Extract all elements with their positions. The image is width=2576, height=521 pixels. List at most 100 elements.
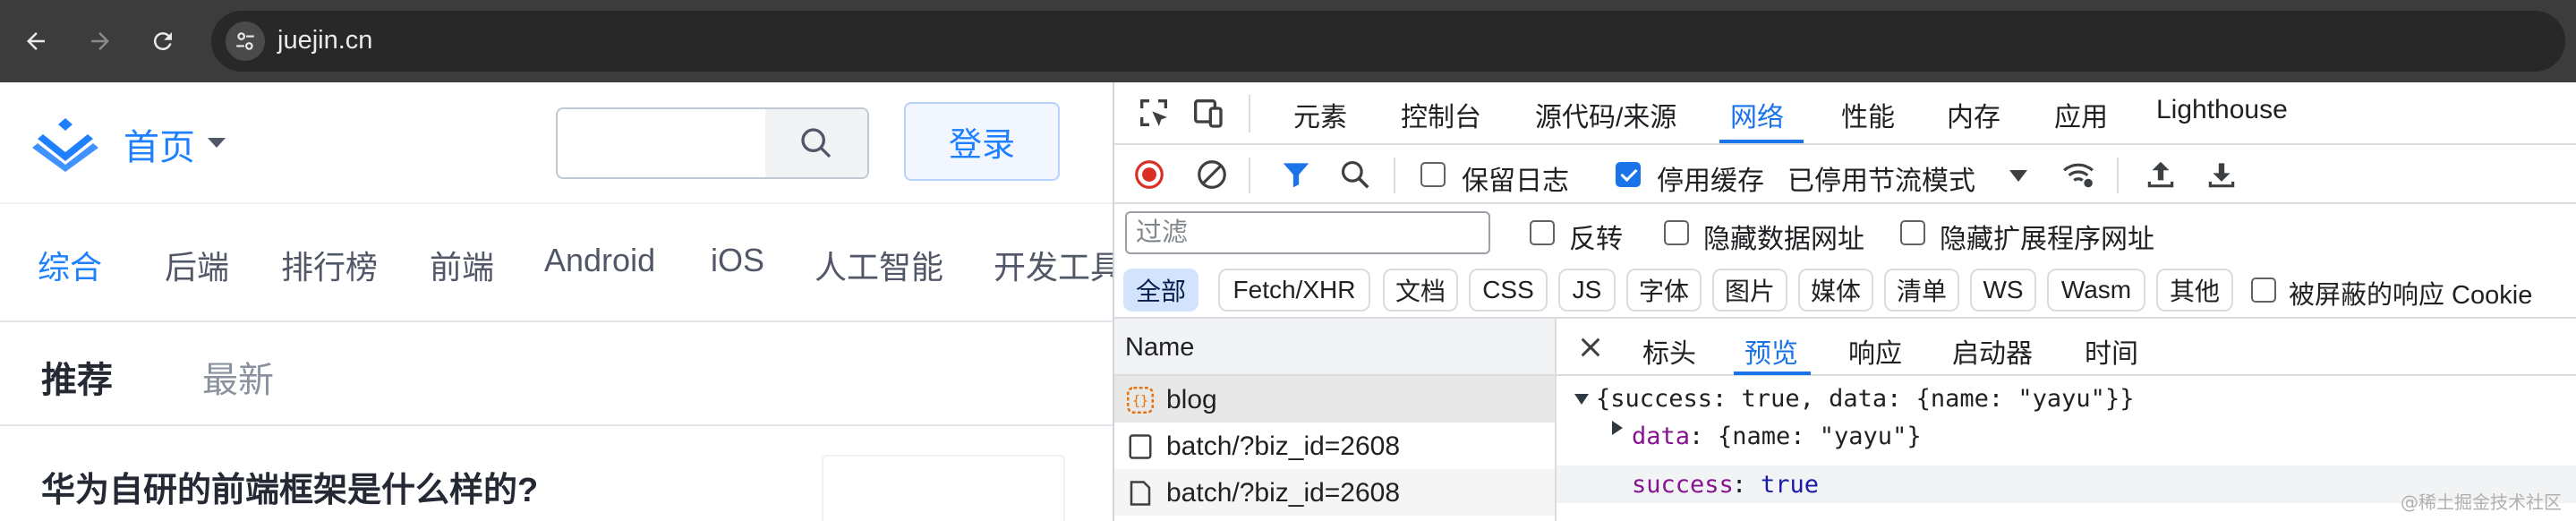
import-har-icon[interactable] bbox=[2144, 158, 2178, 192]
chevron-down-icon[interactable] bbox=[2009, 170, 2027, 182]
toolbar-divider bbox=[1249, 158, 1250, 193]
category-item[interactable]: 综合 bbox=[38, 242, 102, 288]
url-text[interactable]: juejin.cn bbox=[277, 26, 372, 56]
filter-icon[interactable] bbox=[1279, 158, 1313, 192]
site-info-button[interactable] bbox=[226, 21, 265, 61]
network-conditions-icon[interactable] bbox=[2061, 158, 2095, 192]
devtools-tab-bar: 元素 控制台 源代码/来源 网络 性能 内存 应用 Lighthouse bbox=[1114, 82, 2576, 145]
tab-application[interactable]: 应用 bbox=[2054, 95, 2108, 134]
hide-extension-urls-label[interactable]: 隐藏扩展程序网址 bbox=[1940, 217, 2154, 256]
disable-cache-label[interactable]: 停用缓存 bbox=[1657, 158, 1764, 198]
tab-recommend[interactable]: 推荐 bbox=[41, 351, 113, 403]
disable-cache-checkbox[interactable] bbox=[1616, 162, 1641, 187]
tab-headers[interactable]: 标头 bbox=[1642, 331, 1696, 371]
browser-toolbar: juejin.cn bbox=[0, 0, 2576, 82]
address-bar[interactable]: juejin.cn bbox=[211, 11, 2565, 72]
expand-triangle-icon[interactable] bbox=[1574, 394, 1589, 405]
hide-data-urls-checkbox[interactable] bbox=[1664, 220, 1689, 245]
name-column-header[interactable]: Name bbox=[1114, 319, 1555, 376]
search-icon[interactable] bbox=[1338, 158, 1372, 192]
type-chip[interactable]: 图片 bbox=[1712, 269, 1787, 312]
type-chip[interactable]: 文档 bbox=[1383, 269, 1458, 312]
request-row[interactable]: batch/?biz_id=2608 bbox=[1114, 469, 1555, 516]
type-chip[interactable]: 其他 bbox=[2156, 269, 2233, 312]
tab-elements[interactable]: 元素 bbox=[1293, 95, 1347, 134]
hide-extension-urls-checkbox[interactable] bbox=[1900, 220, 1925, 245]
tab-sources[interactable]: 源代码/来源 bbox=[1535, 95, 1676, 134]
blocked-cookies-checkbox[interactable] bbox=[2251, 278, 2276, 303]
json-key-success[interactable]: success bbox=[1632, 471, 1734, 499]
forward-button[interactable] bbox=[77, 18, 124, 64]
tab-memory[interactable]: 内存 bbox=[1947, 95, 2000, 134]
export-har-icon[interactable] bbox=[2205, 158, 2239, 192]
name-header-label: Name bbox=[1125, 333, 1195, 362]
back-button[interactable] bbox=[13, 18, 59, 64]
toolbar-divider bbox=[2117, 158, 2119, 193]
json-colon: : bbox=[1732, 471, 1747, 499]
category-item[interactable]: 后端 bbox=[165, 242, 229, 288]
category-item[interactable]: iOS bbox=[711, 242, 764, 279]
tab-lighthouse[interactable]: Lighthouse bbox=[2156, 95, 2288, 125]
record-stop-icon[interactable] bbox=[1132, 158, 1166, 192]
preserve-log-label[interactable]: 保留日志 bbox=[1462, 158, 1569, 198]
type-chip-all[interactable]: 全部 bbox=[1123, 269, 1198, 312]
request-row[interactable]: batch/?biz_id=2608 bbox=[1114, 423, 1555, 469]
device-toolbar-icon[interactable] bbox=[1190, 95, 1225, 131]
request-name: batch/?biz_id=2608 bbox=[1166, 431, 1401, 461]
invert-checkbox[interactable] bbox=[1530, 220, 1555, 245]
juejin-logo-icon[interactable] bbox=[30, 115, 100, 172]
login-button[interactable]: 登录 bbox=[904, 102, 1060, 181]
category-item[interactable]: 前端 bbox=[430, 242, 494, 288]
clear-icon[interactable] bbox=[1195, 158, 1229, 192]
request-row[interactable]: {} blog bbox=[1114, 376, 1555, 423]
tab-console[interactable]: 控制台 bbox=[1401, 95, 1481, 134]
network-toolbar: 保留日志 停用缓存 已停用节流模式 bbox=[1114, 145, 2576, 204]
tab-initiator[interactable]: 启动器 bbox=[1952, 331, 2033, 371]
search-button[interactable] bbox=[765, 109, 867, 177]
article-title[interactable]: 华为自研的前端框架是什么样的? bbox=[41, 462, 538, 511]
category-item[interactable]: 排行榜 bbox=[281, 242, 378, 288]
type-chip[interactable]: CSS bbox=[1469, 269, 1548, 312]
web-page: 首页 登录 综合 后端 排行榜 前端 Android iOS 人工智能 开发工具… bbox=[0, 82, 1113, 521]
json-root[interactable]: {success: true, data: {name: "yayu"}} bbox=[1596, 385, 2134, 413]
inspect-element-icon[interactable] bbox=[1136, 95, 1172, 131]
json-value-success[interactable]: true bbox=[1761, 471, 1819, 499]
search-input[interactable] bbox=[556, 107, 869, 179]
close-icon[interactable] bbox=[1576, 333, 1605, 362]
back-arrow-icon bbox=[27, 32, 45, 50]
tab-latest[interactable]: 最新 bbox=[202, 351, 274, 403]
request-list: Name {} blog batch/?biz_id=2608 batch/?b… bbox=[1114, 319, 1557, 521]
filter-field[interactable] bbox=[1125, 211, 1490, 254]
type-chip[interactable]: 媒体 bbox=[1798, 269, 1873, 312]
reload-button[interactable] bbox=[140, 18, 186, 64]
json-key-data[interactable]: data bbox=[1632, 423, 1690, 450]
type-chip[interactable]: Fetch/XHR bbox=[1218, 269, 1370, 312]
category-item[interactable]: 人工智能 bbox=[815, 242, 943, 288]
type-chip[interactable]: WS bbox=[1970, 269, 2036, 312]
filter-input[interactable] bbox=[1127, 213, 1488, 252]
devtools-panel: 元素 控制台 源代码/来源 网络 性能 内存 应用 Lighthouse 保留日… bbox=[1113, 82, 2576, 521]
tab-response[interactable]: 响应 bbox=[1848, 331, 1902, 371]
type-chip[interactable]: 清单 bbox=[1884, 269, 1959, 312]
hide-data-urls-label[interactable]: 隐藏数据网址 bbox=[1703, 217, 1864, 256]
active-tab-indicator bbox=[1719, 140, 1804, 143]
tab-network[interactable]: 网络 bbox=[1730, 95, 1784, 134]
type-chip[interactable]: JS bbox=[1558, 269, 1616, 312]
collapse-triangle-icon[interactable] bbox=[1612, 421, 1623, 435]
preserve-log-checkbox[interactable] bbox=[1420, 162, 1446, 187]
category-item[interactable]: 开发工具 bbox=[994, 242, 1113, 288]
resource-type-filters: 全部 Fetch/XHR 文档 CSS JS 字体 图片 媒体 清单 WS Wa… bbox=[1114, 261, 2576, 319]
throttling-select[interactable]: 已停用节流模式 bbox=[1787, 158, 1975, 198]
tab-performance[interactable]: 性能 bbox=[1841, 95, 1895, 134]
category-item[interactable]: Android bbox=[544, 242, 655, 279]
blocked-cookies-label[interactable]: 被屏蔽的响应 Cookie bbox=[2289, 274, 2532, 312]
json-value-data[interactable]: {name: "yayu"} bbox=[1718, 423, 1922, 450]
detail-tab-bar: 标头 预览 响应 启动器 时间 bbox=[1557, 319, 2576, 376]
tab-preview[interactable]: 预览 bbox=[1744, 331, 1798, 371]
invert-label[interactable]: 反转 bbox=[1569, 217, 1623, 256]
home-caret-icon[interactable] bbox=[208, 138, 226, 148]
tab-timing[interactable]: 时间 bbox=[2085, 331, 2138, 371]
home-menu[interactable]: 首页 bbox=[124, 118, 195, 170]
type-chip[interactable]: 字体 bbox=[1626, 269, 1702, 312]
type-chip[interactable]: Wasm bbox=[2047, 269, 2145, 312]
